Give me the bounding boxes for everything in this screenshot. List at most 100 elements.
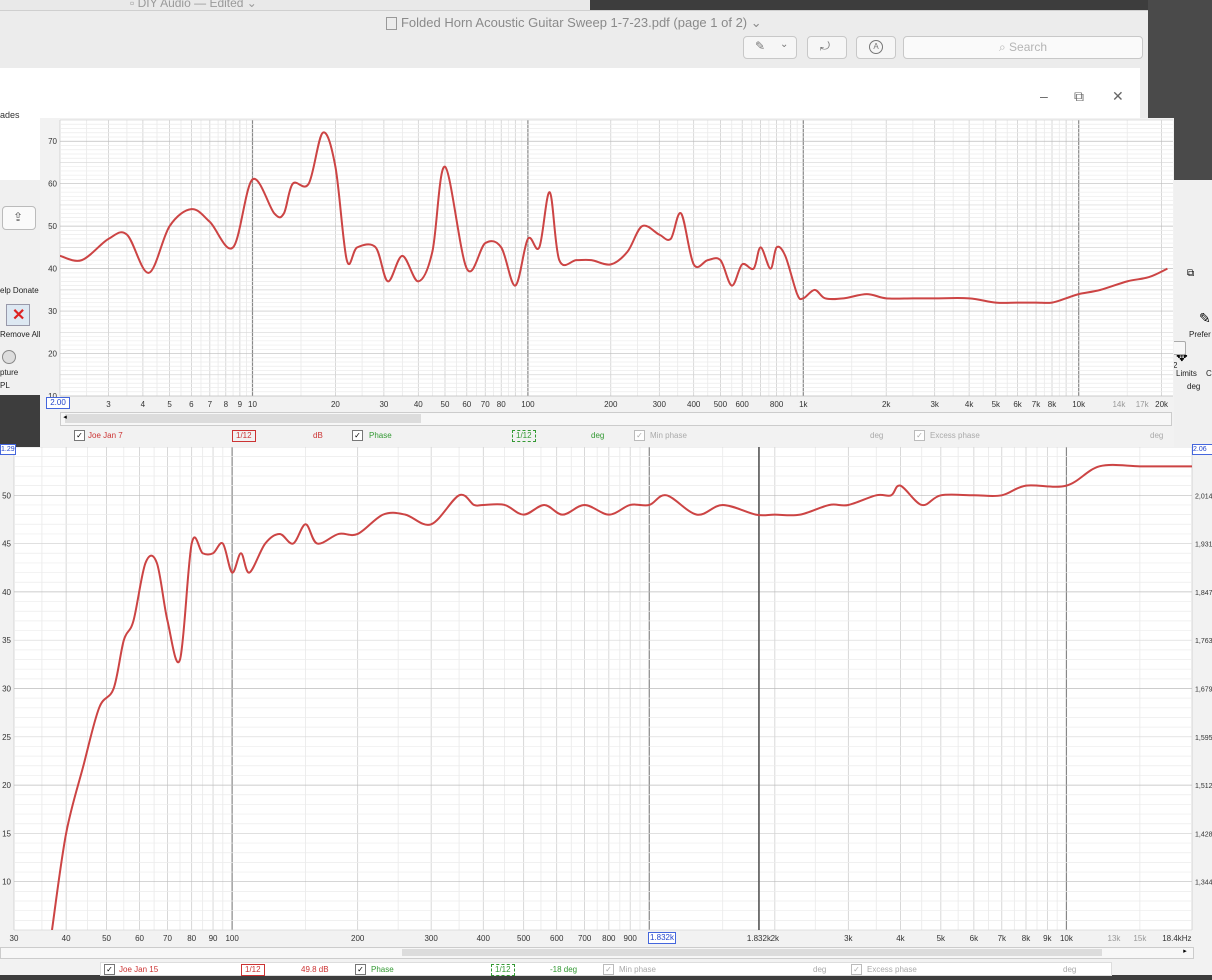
scroll-left-button[interactable]: ◂ <box>60 412 70 424</box>
limits-label: Limits <box>1176 369 1197 378</box>
start-frequency-box[interactable]: 2.00 <box>46 397 70 409</box>
min-phase-label: Min phase <box>619 965 656 974</box>
restore-button[interactable]: ⧉ <box>1074 88 1084 105</box>
x-tick-label: 4 <box>141 400 146 409</box>
scrollbar-thumb[interactable] <box>65 414 421 423</box>
x-tick-label: 10 <box>248 400 257 409</box>
top-chart-panel: 1020304050607034567891020304050607080100… <box>40 118 1174 448</box>
phase-checkbox[interactable]: ✓ <box>352 430 363 441</box>
x-tick-label: 3k <box>844 934 853 943</box>
smoothing-badge[interactable]: 1/12 <box>232 430 256 442</box>
bottom-legend: ✓ Joe Jan 15 1/12 49.8 dB ✓ Phase 1/12 -… <box>100 962 1112 976</box>
bg-window-edited: — Edited ⌄ <box>194 0 257 10</box>
rotate-button[interactable]: ⤾ <box>807 36 847 59</box>
rew-toolbar-left: ⇪ elp Donate ✕ Remove All pture PL <box>0 180 42 395</box>
cursor-frequency-box[interactable]: 1.832k <box>648 932 676 944</box>
phase-label: Phase <box>371 965 394 974</box>
x-tick-label: 30 <box>379 400 388 409</box>
x-tick-label: 50 <box>102 934 111 943</box>
restore-icon[interactable]: ⧉ <box>1187 268 1194 279</box>
scrollbar-thumb[interactable] <box>402 949 1102 956</box>
search-input[interactable]: ⌕ Search <box>903 36 1143 59</box>
x-tick-label: 7k <box>998 934 1007 943</box>
top-scrollbar[interactable] <box>60 412 1172 426</box>
x-tick-label: 20k <box>1155 400 1169 409</box>
series-checkbox[interactable]: ✓ <box>74 430 85 441</box>
left-marker-box: 1.29 <box>0 444 16 455</box>
right-tick-label: 2,014 <box>1195 493 1212 500</box>
right-tick-label: 1,847 <box>1195 590 1212 597</box>
right-tick-label: 1,344 <box>1195 880 1212 887</box>
x-tick-label: 6k <box>1013 400 1022 409</box>
pdf-icon <box>386 17 398 31</box>
x-tick-label: 1.832k <box>747 934 772 943</box>
bottom-frequency-chart[interactable]: 1015202530354045505530405060708090100200… <box>0 443 1212 975</box>
x-tick-label: 800 <box>602 934 616 943</box>
x-tick-label: 7 <box>208 400 213 409</box>
capture-icon[interactable] <box>2 350 16 364</box>
right-tick-label: 1,763 <box>1195 638 1212 645</box>
min-phase-checkbox[interactable]: ✓ <box>634 430 645 441</box>
unit-deg: deg <box>591 431 605 440</box>
remove-all-icon[interactable]: ✕ <box>6 304 30 326</box>
min-phase-checkbox[interactable]: ✓ <box>603 964 614 975</box>
phase-smoothing-badge[interactable]: 1/12 <box>512 430 536 442</box>
x-tick-label: 600 <box>736 400 750 409</box>
annotate-button[interactable]: A <box>856 36 896 59</box>
y-tick-label: 30 <box>2 685 11 694</box>
x-tick-label: 70 <box>481 400 490 409</box>
minimize-button[interactable]: – <box>1040 88 1048 104</box>
x-tick-label: 60 <box>135 934 144 943</box>
phase-smoothing-badge[interactable]: 1/12 <box>491 964 515 976</box>
pencil-icon[interactable]: ✎ <box>1199 310 1211 327</box>
partial-label: ades <box>0 110 20 120</box>
phase-checkbox[interactable]: ✓ <box>355 964 366 975</box>
help-menu[interactable]: elp <box>0 286 11 295</box>
bottom-scrollbar[interactable] <box>0 947 1194 959</box>
series-checkbox[interactable]: ✓ <box>104 964 115 975</box>
x-tick-label: 13k <box>1108 934 1122 943</box>
pen-icon: ✎ <box>755 39 766 53</box>
deg-label: deg <box>1187 382 1201 391</box>
x-tick-label: 30 <box>10 934 19 943</box>
y-tick-label: 50 <box>48 222 57 231</box>
remove-all-label: Remove All <box>0 330 41 339</box>
share-button[interactable]: ⇪ <box>2 206 36 230</box>
excess-phase-label: Excess phase <box>867 965 917 974</box>
x-tick-label: 80 <box>187 934 196 943</box>
window-title: Folded Horn Acoustic Guitar Sweep 1-7-23… <box>0 15 1148 31</box>
x-tick-label: 8k <box>1048 400 1057 409</box>
x-tick-label: 17k <box>1136 400 1150 409</box>
right-tick-label: 1,679 <box>1195 687 1212 694</box>
x-tick-label: 15k <box>1133 934 1147 943</box>
markup-button[interactable]: ✎ ⌄ <box>743 36 797 59</box>
x-tick-label: 90 <box>209 934 218 943</box>
plot-area <box>60 120 1173 396</box>
series-name: Joe Jan 15 <box>119 965 159 974</box>
x-tick-label: 8k <box>1022 934 1031 943</box>
bg-window-title: DIY Audio <box>137 0 191 10</box>
x-tick-label: 200 <box>604 400 618 409</box>
spl-value: 49.8 dB <box>301 965 329 974</box>
smoothing-badge[interactable]: 1/12 <box>241 964 265 976</box>
close-button[interactable]: ✕ <box>1112 88 1124 105</box>
excess-phase-checkbox[interactable]: ✓ <box>851 964 862 975</box>
right-marker-box: 2.06 <box>1192 444 1212 455</box>
y-tick-label: 40 <box>48 265 57 274</box>
donate-menu[interactable]: Donate <box>13 286 39 295</box>
y-tick-label: 20 <box>48 350 57 359</box>
x-tick-label: 400 <box>477 934 491 943</box>
x-tick-label: 70 <box>163 934 172 943</box>
x-tick-label: 60 <box>462 400 471 409</box>
x-tick-label: 700 <box>578 934 592 943</box>
scroll-right-button[interactable]: ▸ <box>1180 947 1190 957</box>
x-tick-label: 5k <box>937 934 946 943</box>
x-tick-label: 18.4kHz <box>1162 934 1191 943</box>
excess-phase-checkbox[interactable]: ✓ <box>914 430 925 441</box>
min-phase-unit: deg <box>870 431 884 440</box>
x-tick-label: 14k <box>1112 400 1126 409</box>
min-phase-label: Min phase <box>650 431 687 440</box>
x-tick-label: 800 <box>770 400 784 409</box>
x-tick-label: 40 <box>62 934 71 943</box>
top-frequency-chart[interactable]: 1020304050607034567891020304050607080100… <box>40 118 1174 448</box>
